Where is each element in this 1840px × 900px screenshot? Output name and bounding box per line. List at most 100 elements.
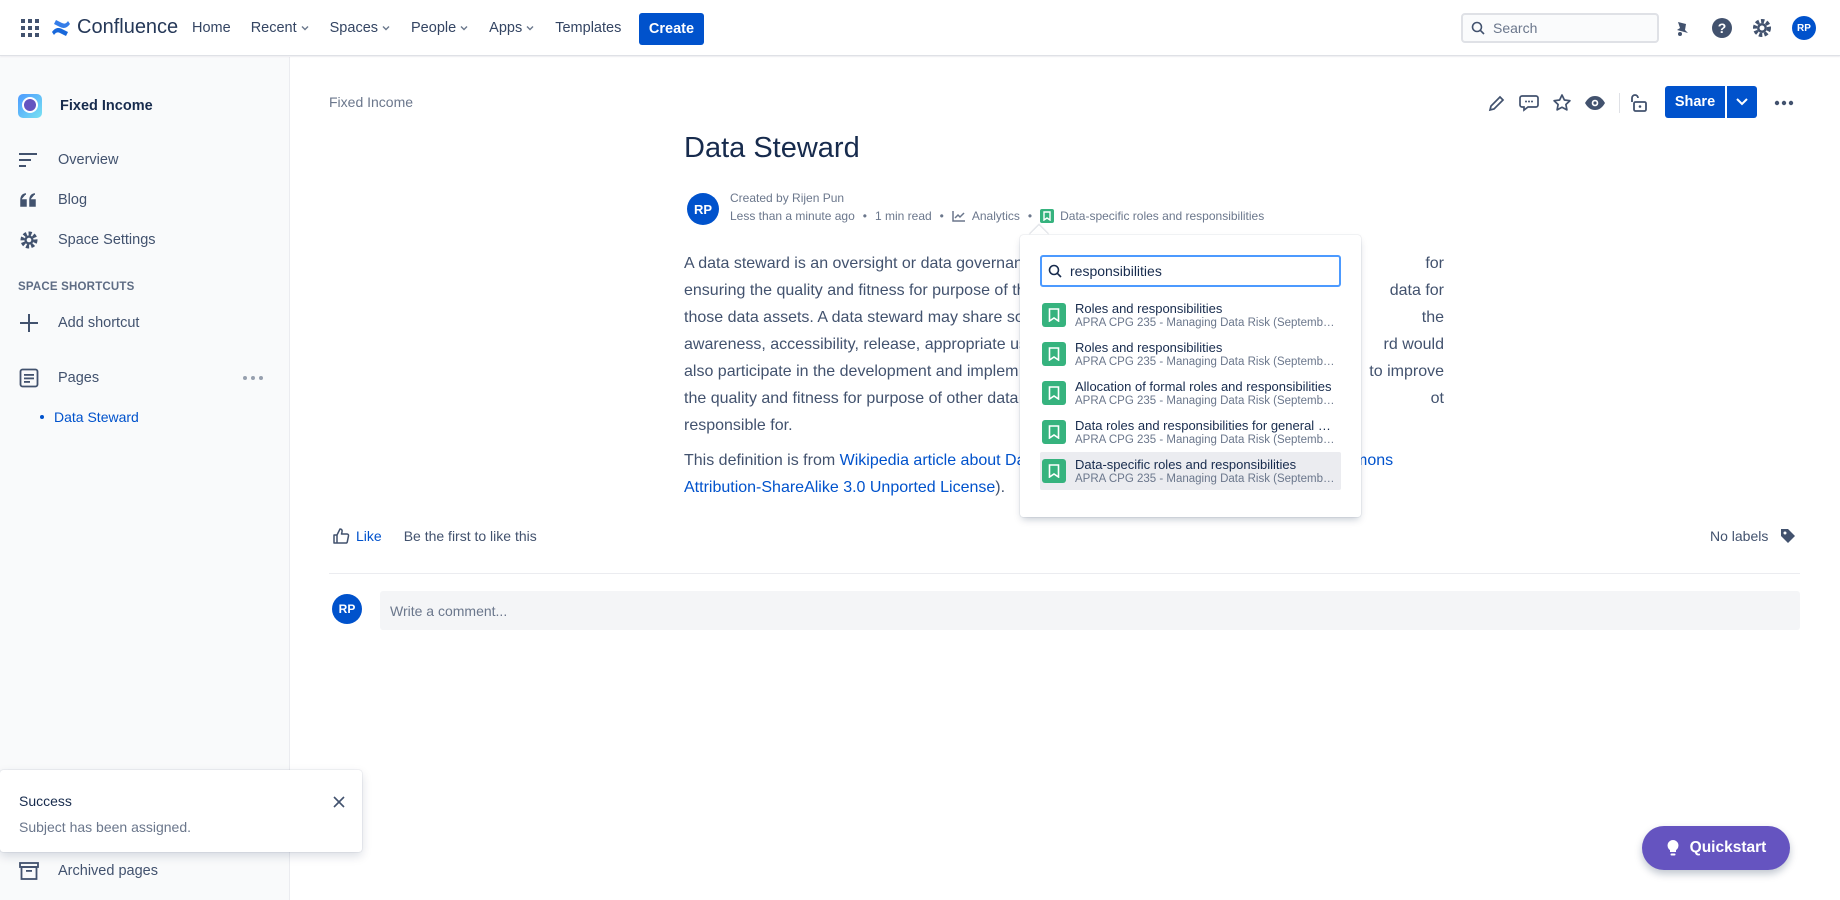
wikipedia-link[interactable]: Wikipedia article about Da <box>840 452 1026 469</box>
subject-result-item[interactable]: Data roles and responsibilities for gene… <box>1040 413 1341 451</box>
sidebar-item-blog[interactable]: Blog <box>18 189 87 211</box>
quickstart-label: Quickstart <box>1689 839 1767 856</box>
labels-text: No labels <box>1710 528 1769 544</box>
result-subtitle: APRA CPG 235 - Managing Data Risk (Septe… <box>1075 473 1337 485</box>
search-icon <box>1471 21 1485 35</box>
create-button[interactable]: Create <box>639 13 704 45</box>
nav-item-label: Home <box>192 20 231 36</box>
nav-menu: Home Recent Spaces People Apps Templates <box>192 0 641 56</box>
thumbs-up-icon <box>333 528 350 544</box>
bookmark-tag-icon <box>1042 459 1066 483</box>
more-actions-icon[interactable] <box>1773 92 1795 114</box>
analytics-link[interactable]: Analytics <box>952 209 1020 223</box>
sidebar-item-space-settings[interactable]: Space Settings <box>18 229 156 251</box>
nav-item-label: Spaces <box>329 20 379 36</box>
subject-search-field[interactable] <box>1040 255 1341 287</box>
notifications-bell-icon[interactable] <box>1670 16 1694 40</box>
nav-item-apps[interactable]: Apps <box>489 20 535 36</box>
pages-more-actions-icon[interactable] <box>243 374 267 382</box>
like-button[interactable]: Like <box>332 527 382 545</box>
top-navigation: Confluence Home Recent Spaces People Apps Tem… <box>0 0 1840 56</box>
chevron-down-icon <box>460 26 468 31</box>
paragraph-1-line: awareness, accessibility, release, appro… <box>684 336 1036 353</box>
author-avatar[interactable]: RP <box>687 193 719 225</box>
page-tree-item-data-steward[interactable]: Data Steward <box>40 409 139 425</box>
restrictions-unlock-icon[interactable] <box>1628 92 1650 114</box>
subject-result-item[interactable]: Allocation of formal roles and responsib… <box>1040 374 1341 412</box>
subject-tag-link[interactable]: Data-specific roles and responsibilities <box>1040 209 1264 223</box>
nav-item-home[interactable]: Home <box>192 20 231 36</box>
paragraph-1-line-end: ot <box>1430 390 1444 407</box>
global-search[interactable] <box>1461 13 1659 43</box>
pages-icon <box>18 367 40 389</box>
nav-item-recent[interactable]: Recent <box>251 20 310 36</box>
meta-separator: • <box>939 209 944 223</box>
sidebar-item-label: Blog <box>58 192 88 208</box>
comment-icon[interactable] <box>1518 92 1540 114</box>
settings-gear-icon[interactable] <box>1750 16 1774 40</box>
paragraph-1-line: also participate in the development and … <box>684 363 1019 380</box>
subject-result-item[interactable]: Roles and responsibilities APRA CPG 235 -… <box>1040 296 1341 334</box>
toolbar-divider <box>1619 93 1620 113</box>
labels-section: No labels <box>1710 528 1796 544</box>
share-button[interactable]: Share <box>1665 86 1725 118</box>
commenter-avatar: RP <box>332 594 362 624</box>
edit-pencil-icon[interactable] <box>1486 92 1508 114</box>
star-icon[interactable] <box>1551 92 1573 114</box>
nav-item-people[interactable]: People <box>411 20 469 36</box>
add-shortcut-button[interactable]: Add shortcut <box>18 312 139 334</box>
like-label: Like <box>356 528 382 544</box>
result-subtitle: APRA CPG 235 - Managing Data Risk (Septe… <box>1075 317 1337 329</box>
confluence-logo[interactable]: Confluence <box>51 16 178 39</box>
page-title: Data Steward <box>684 132 860 164</box>
quickstart-button[interactable]: Quickstart <box>1642 826 1790 870</box>
bookmark-tag-icon <box>1042 303 1066 327</box>
user-avatar[interactable]: RP <box>1792 16 1816 40</box>
paragraph-1-line: responsible for. <box>684 417 793 434</box>
breadcrumb[interactable]: Fixed Income <box>329 94 413 110</box>
nav-item-templates[interactable]: Templates <box>555 20 621 36</box>
nav-item-spaces[interactable]: Spaces <box>330 20 391 36</box>
paragraph-1-line: A data steward is an oversight or data g… <box>684 255 1023 272</box>
sidebar-item-overview[interactable]: Overview <box>18 149 118 171</box>
tag-icon[interactable] <box>1780 528 1796 544</box>
sidebar-item-pages[interactable]: Pages <box>18 367 99 389</box>
share-dropdown-chevron-icon[interactable] <box>1727 86 1757 118</box>
watch-eye-icon[interactable] <box>1584 92 1606 114</box>
chevron-down-icon <box>382 26 390 31</box>
archive-icon <box>18 860 40 882</box>
paragraph-2-prefix: This definition is from <box>684 452 840 469</box>
space-avatar <box>18 94 42 118</box>
result-title: Roles and responsibilities <box>1075 301 1223 316</box>
subject-label: Data-specific roles and responsibilities <box>1060 209 1265 223</box>
paragraph-1-line: the quality and fitness for purpose of o… <box>684 390 1019 407</box>
subject-search-input[interactable] <box>1070 263 1320 279</box>
add-shortcut-label: Add shortcut <box>58 315 140 331</box>
page-tree-label: Data Steward <box>54 409 139 425</box>
nav-item-label: People <box>411 20 457 36</box>
comment-input[interactable]: Write a comment... <box>380 591 1800 630</box>
sidebar-item-archived-pages[interactable]: Archived pages <box>18 860 158 882</box>
paragraph-2-suffix: ). <box>995 479 1006 496</box>
analytics-chart-icon <box>952 211 965 222</box>
license-link[interactable]: Attribution-ShareAlike 3.0 Unported Lice… <box>684 479 995 496</box>
help-icon[interactable]: ? <box>1710 16 1734 40</box>
meta-separator: • <box>1027 209 1033 223</box>
result-title: Data-specific roles and responsibilities <box>1075 457 1297 472</box>
paragraph-1-line-end: to improve <box>1369 363 1444 380</box>
app-switcher-icon[interactable] <box>20 18 40 38</box>
result-text: Roles and responsibilities APRA CPG 235 -… <box>1075 340 1337 368</box>
subject-result-item[interactable]: Roles and responsibilities APRA CPG 235 -… <box>1040 335 1341 373</box>
paragraph-1-line-end: for <box>1425 255 1444 272</box>
like-row: Like Be the first to like this <box>332 527 537 545</box>
result-subtitle: APRA CPG 235 - Managing Data Risk (Septe… <box>1075 356 1337 368</box>
space-header[interactable]: Fixed Income <box>18 94 153 118</box>
subject-result-item[interactable]: Data-specific roles and responsibilities… <box>1040 452 1341 490</box>
success-toast: Success Subject has been assigned. <box>0 770 362 852</box>
chevron-down-icon <box>526 26 534 31</box>
search-icon <box>1048 264 1062 278</box>
search-input[interactable] <box>1493 20 1643 36</box>
sidebar-item-label: Archived pages <box>58 863 158 879</box>
close-icon[interactable] <box>331 794 347 810</box>
quote-icon <box>18 189 40 211</box>
